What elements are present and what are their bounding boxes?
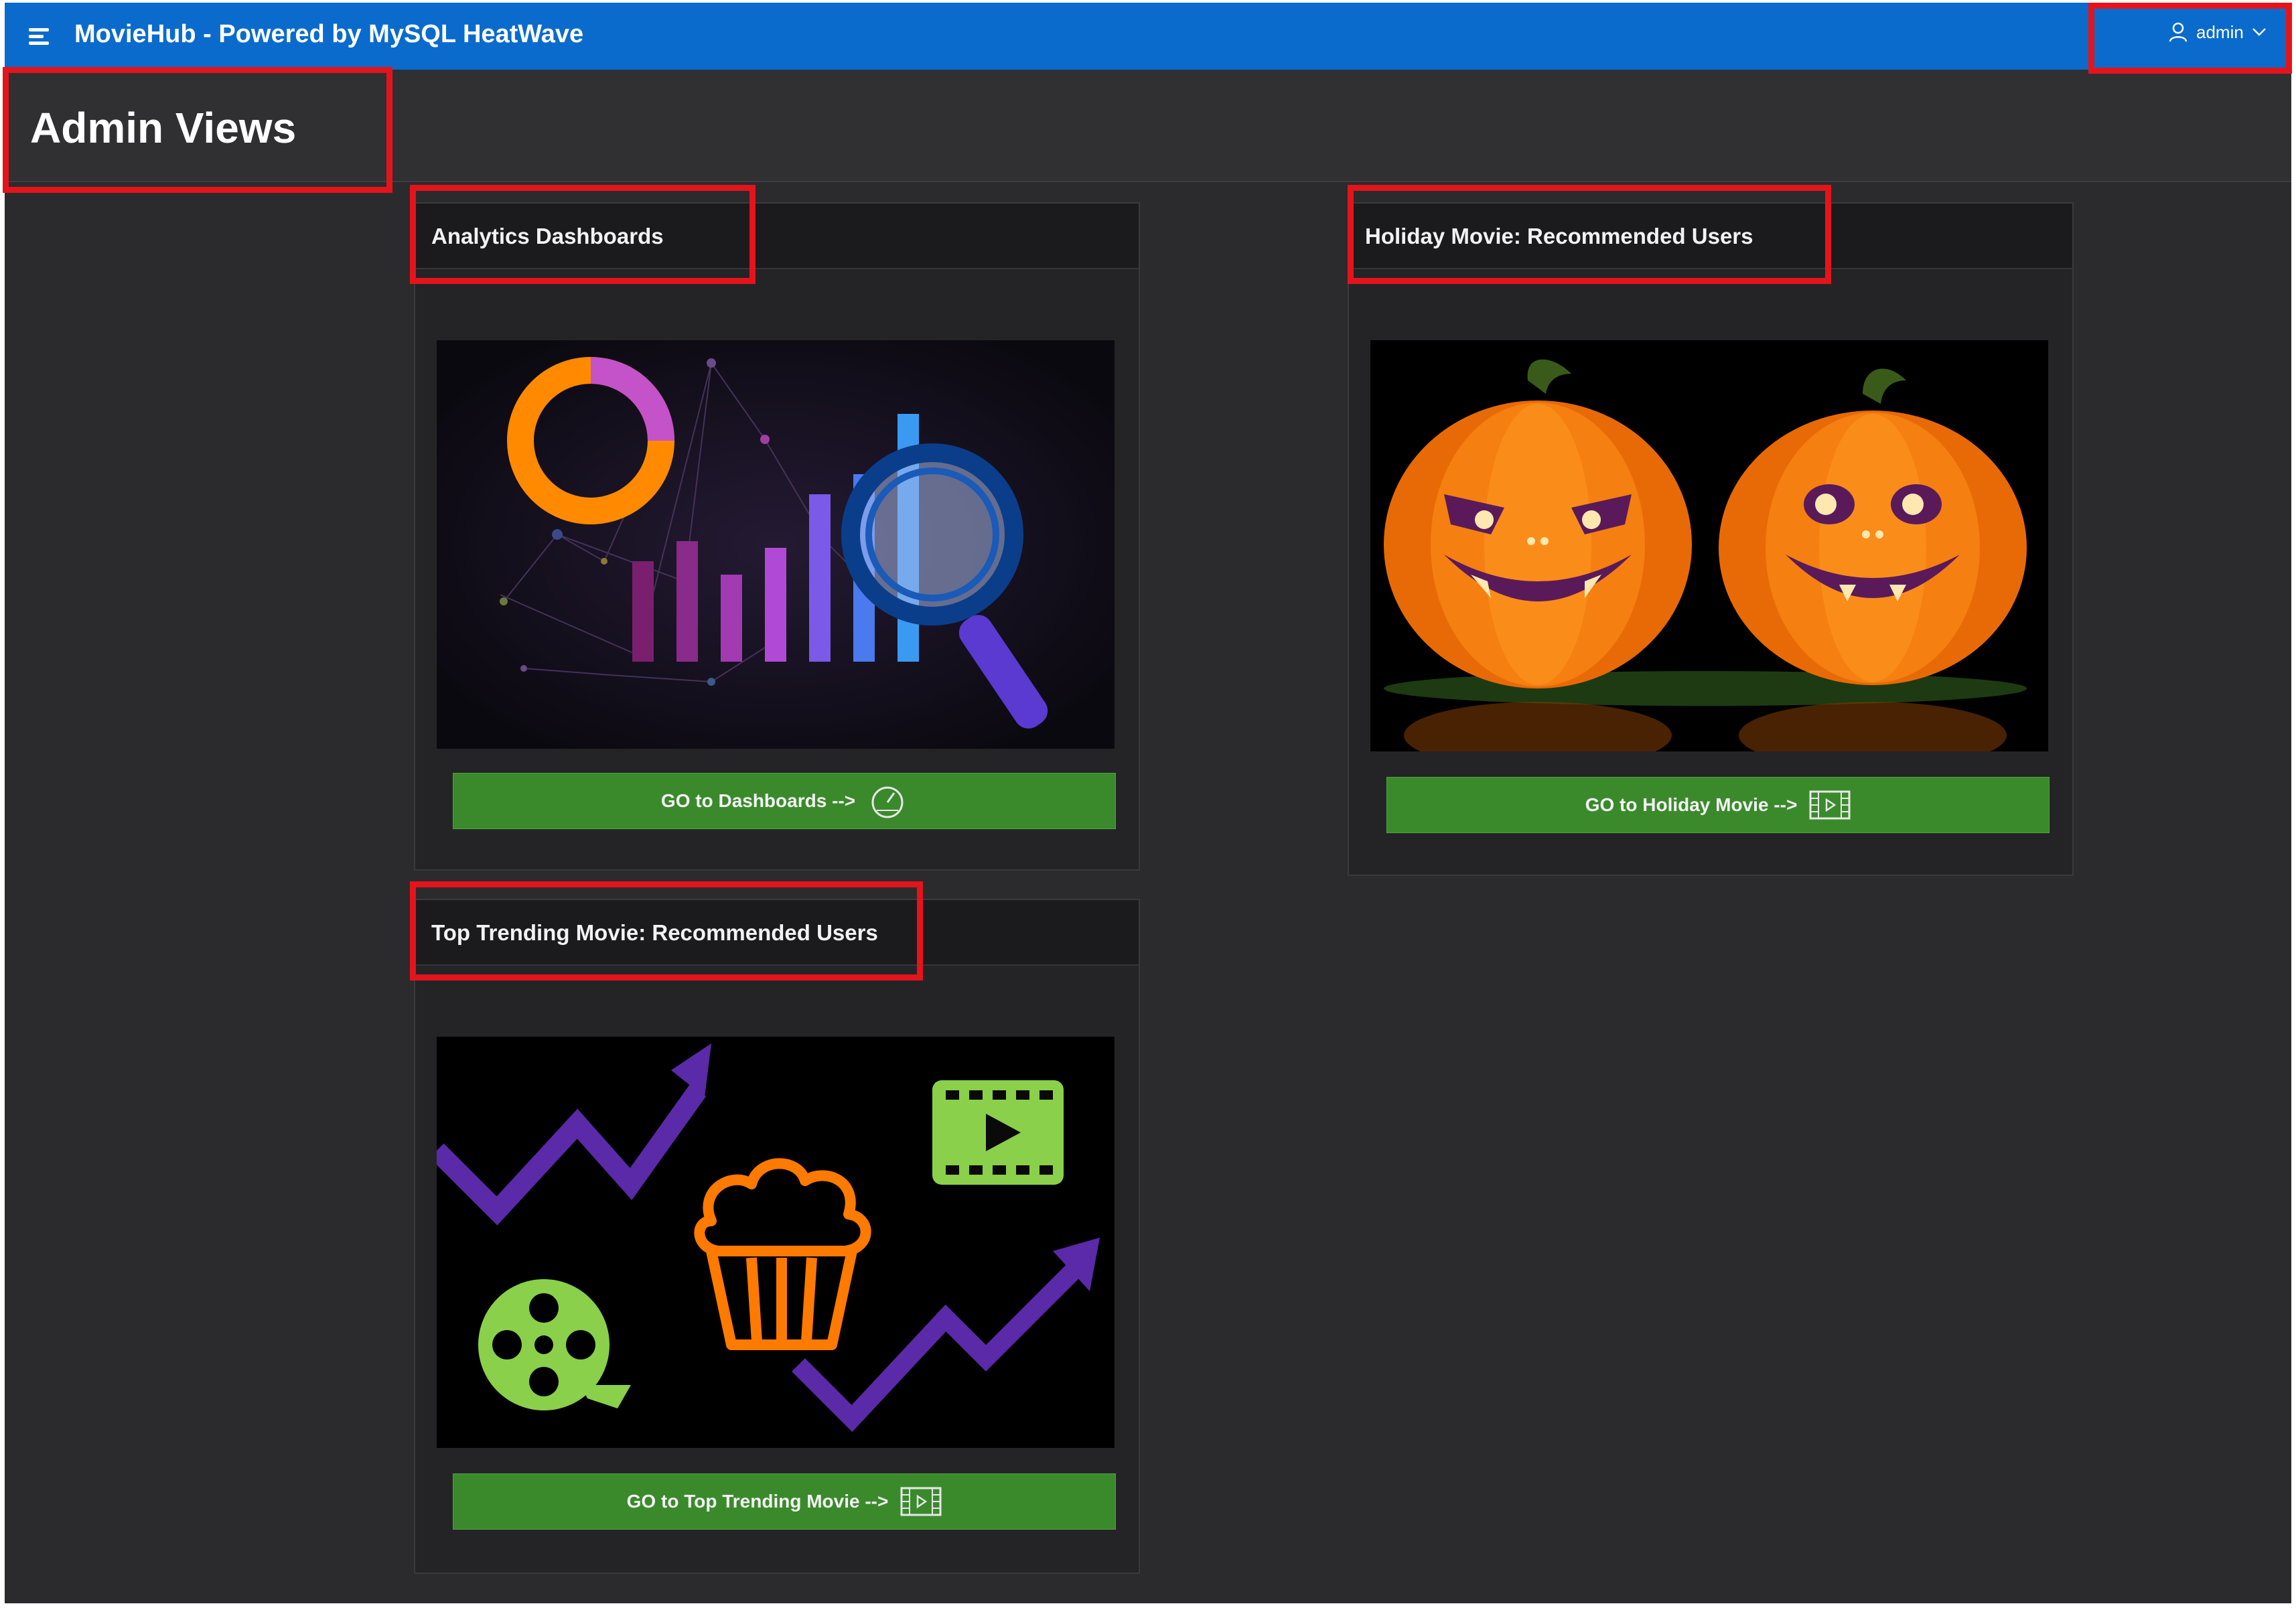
card-header: Top Trending Movie: Recommended Users bbox=[415, 900, 1139, 966]
card-title: Analytics Dashboards bbox=[431, 224, 664, 248]
button-label: GO to Holiday Movie --> bbox=[1585, 794, 1798, 815]
user-menu-button[interactable]: admin bbox=[2168, 21, 2267, 43]
button-label: GO to Top Trending Movie --> bbox=[626, 1491, 889, 1512]
film-play-icon bbox=[1809, 790, 1851, 820]
user-icon bbox=[2169, 22, 2187, 42]
card-header: Analytics Dashboards bbox=[415, 204, 1139, 269]
username-label: admin bbox=[2196, 21, 2244, 42]
analytics-dashboards-card: Analytics Dashboards GO to Dashboards --… bbox=[414, 202, 1140, 871]
card-title: Top Trending Movie: Recommended Users bbox=[431, 920, 878, 945]
go-to-holiday-movie-button[interactable]: GO to Holiday Movie --> bbox=[1386, 777, 2050, 833]
page-title: Admin Views bbox=[30, 104, 297, 152]
top-navigation-bar: MovieHub - Powered by MySQL HeatWave adm… bbox=[5, 3, 2291, 70]
top-trending-movie-card: Top Trending Movie: Recommended Users GO… bbox=[414, 899, 1140, 1574]
holiday-movie-image bbox=[1370, 340, 2048, 751]
holiday-movie-card: Holiday Movie: Recommended Users GO to H… bbox=[1348, 202, 2074, 876]
app-title: MovieHub - Powered by MySQL HeatWave bbox=[74, 20, 584, 48]
hamburger-icon[interactable] bbox=[25, 23, 56, 50]
card-header: Holiday Movie: Recommended Users bbox=[1349, 204, 2072, 269]
app-window: MovieHub - Powered by MySQL HeatWave adm… bbox=[5, 3, 2291, 1603]
card-title: Holiday Movie: Recommended Users bbox=[1365, 224, 1753, 248]
page-title-bar: Admin Views bbox=[5, 70, 2291, 182]
chevron-down-icon bbox=[2252, 28, 2266, 36]
top-trending-movie-image bbox=[437, 1037, 1115, 1448]
film-play-icon bbox=[900, 1487, 942, 1516]
button-label: GO to Dashboards --> bbox=[660, 790, 856, 811]
analytics-dashboards-image bbox=[437, 340, 1115, 749]
go-to-dashboards-button[interactable]: GO to Dashboards --> bbox=[453, 773, 1116, 829]
gauge-icon bbox=[871, 786, 904, 818]
go-to-top-trending-movie-button[interactable]: GO to Top Trending Movie --> bbox=[453, 1473, 1116, 1530]
